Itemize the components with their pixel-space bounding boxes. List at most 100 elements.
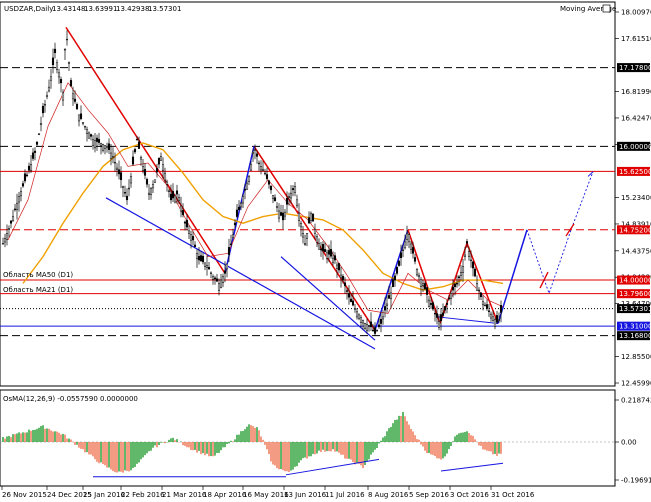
price-candle-body bbox=[175, 190, 179, 195]
price-candle-body bbox=[269, 185, 273, 191]
price-candle-body bbox=[411, 247, 415, 254]
time-axis[interactable]: 26 Nov 2015 24 Dec 201525 Jan 201622 Feb … bbox=[1, 486, 535, 499]
price-candle-body bbox=[233, 222, 237, 226]
price-candle-body bbox=[295, 199, 299, 207]
price-candle-body bbox=[177, 197, 181, 201]
price-candle-body bbox=[49, 76, 53, 81]
price-candle-body bbox=[137, 141, 141, 149]
price-candle-body bbox=[479, 292, 483, 298]
price-tick-label: 12.45990 bbox=[621, 380, 651, 388]
ohlc-close: 13.57301 bbox=[148, 5, 181, 13]
price-candle-body bbox=[465, 241, 469, 244]
price-candle-body bbox=[179, 205, 183, 212]
price-candle-body bbox=[331, 257, 335, 264]
price-candle-body bbox=[83, 126, 87, 128]
price-candle-body bbox=[333, 255, 337, 261]
price-candle-body bbox=[301, 233, 305, 238]
osma-header: OsMA(12,26,9) -0.0557590 0.0000000 bbox=[3, 395, 138, 403]
time-tick-label: 16 May 2016 bbox=[243, 491, 289, 499]
price-candle-body bbox=[73, 98, 77, 102]
price-candle-body bbox=[149, 188, 153, 196]
price-candle-body bbox=[109, 152, 113, 159]
price-candle-body bbox=[9, 220, 13, 224]
price-candle-body bbox=[327, 250, 331, 255]
price-candle-body bbox=[79, 113, 83, 119]
price-candle-body bbox=[403, 241, 407, 249]
price-candle-body bbox=[91, 139, 95, 146]
price-candle-body bbox=[215, 278, 219, 282]
price-candle-body bbox=[219, 279, 223, 288]
price-candle-body bbox=[119, 172, 123, 181]
price-candle-body bbox=[135, 139, 139, 141]
price-candle-body bbox=[223, 270, 227, 274]
price-candle-body bbox=[293, 186, 297, 193]
level-price-label: 13.16800 bbox=[619, 332, 651, 340]
price-candle-body bbox=[485, 304, 489, 309]
price-candle-body bbox=[201, 255, 205, 263]
price-candle-body bbox=[99, 143, 103, 146]
price-candle-body bbox=[415, 269, 419, 276]
price-candle-body bbox=[439, 314, 443, 322]
price-candle-body bbox=[455, 283, 459, 285]
price-candle-body bbox=[475, 283, 479, 291]
osma-axis: 0.218742 0.00 -0.1969103 bbox=[615, 397, 651, 485]
price-candle-body bbox=[237, 206, 241, 211]
price-candle-body bbox=[297, 212, 301, 221]
price-candle-body bbox=[161, 164, 165, 171]
price-candle-body bbox=[129, 176, 133, 184]
time-tick-label: 13 Jun 2016 bbox=[284, 491, 327, 499]
price-candle-body bbox=[183, 221, 187, 224]
price-candle-body bbox=[305, 233, 309, 239]
price-candle-body bbox=[435, 313, 439, 318]
price-candle-body bbox=[25, 174, 29, 177]
level-price-label: 13.31000 bbox=[619, 323, 651, 331]
price-candle-body bbox=[159, 156, 163, 161]
price-candle-body bbox=[249, 164, 253, 171]
price-candle-body bbox=[163, 172, 167, 181]
price-candle-body bbox=[221, 276, 225, 284]
price-candle-body bbox=[211, 276, 215, 280]
price-candle-body bbox=[353, 308, 357, 310]
price-candle-body bbox=[85, 129, 89, 134]
price-candle-body bbox=[143, 169, 147, 176]
price-candle-body bbox=[203, 262, 207, 267]
price-candle-body bbox=[445, 303, 449, 305]
price-candle-body bbox=[1, 243, 5, 245]
price-candle-body bbox=[151, 183, 155, 189]
price-candle-body bbox=[247, 176, 251, 182]
price-candle-body bbox=[461, 266, 465, 273]
price-candle-body bbox=[413, 257, 417, 262]
price-candle-body bbox=[359, 317, 363, 323]
price-candle-body bbox=[429, 303, 433, 305]
price-candle-body bbox=[425, 287, 429, 295]
indicator-toggle-icon[interactable] bbox=[602, 4, 611, 13]
price-axis[interactable]: 18.0097017.6151016.8199016.4247016.02950… bbox=[615, 9, 651, 388]
price-candle-body bbox=[375, 329, 379, 332]
price-candle-body bbox=[47, 86, 51, 92]
price-candle-body bbox=[483, 304, 487, 307]
price-candle-body bbox=[323, 249, 327, 253]
price-candle-body bbox=[107, 143, 111, 150]
price-candle-body bbox=[443, 306, 447, 311]
price-candle-body bbox=[75, 103, 79, 110]
price-candle-body bbox=[251, 152, 255, 154]
time-tick-label: 3 Oct 2016 bbox=[450, 491, 489, 499]
level-price-label: 14.00000 bbox=[619, 277, 651, 285]
price-candle-body bbox=[267, 180, 271, 185]
price-candle-body bbox=[481, 301, 485, 306]
price-candle-body bbox=[317, 243, 321, 250]
price-candle-body bbox=[385, 303, 389, 306]
price-candle-body bbox=[37, 133, 41, 135]
time-tick-label: 22 Feb 2016 bbox=[121, 491, 165, 499]
price-candle-body bbox=[127, 187, 131, 190]
price-candle-body bbox=[243, 189, 247, 191]
price-candle-body bbox=[241, 196, 245, 204]
price-candle-body bbox=[417, 275, 421, 278]
price-candle-body bbox=[357, 314, 361, 319]
price-candle-body bbox=[299, 222, 303, 228]
price-candle-body bbox=[89, 134, 93, 137]
price-candle-body bbox=[191, 236, 195, 241]
level-price-label: 14.75200 bbox=[619, 226, 651, 234]
price-candle-body bbox=[313, 228, 317, 234]
price-candle-body bbox=[289, 192, 293, 199]
